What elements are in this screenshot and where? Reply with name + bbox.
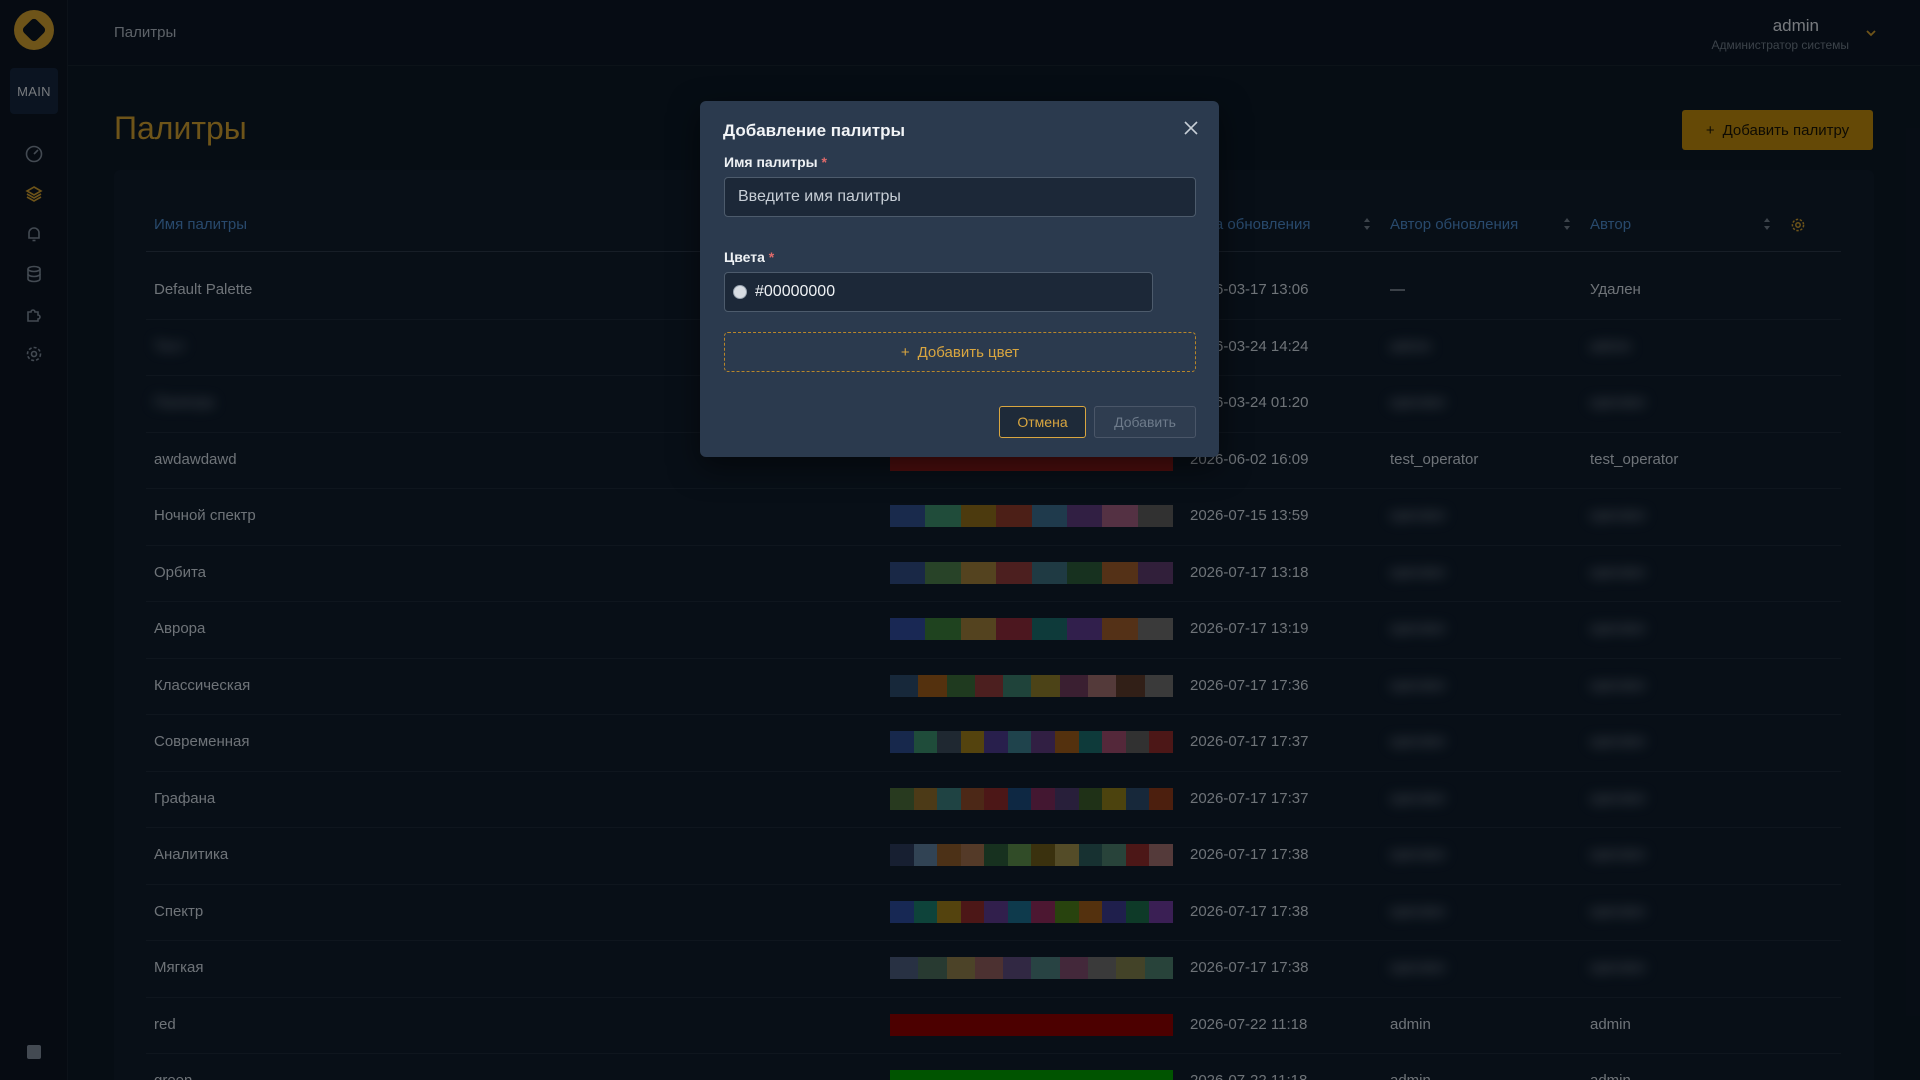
color-value-input[interactable] [755, 283, 1055, 301]
submit-add-button[interactable]: Добавить [1094, 406, 1196, 438]
dialog-title: Добавление палитры [723, 121, 906, 140]
color-picker-swatch[interactable] [733, 285, 747, 299]
cancel-button[interactable]: Отмена [999, 406, 1086, 438]
required-mark: * [768, 249, 775, 265]
colors-label-text: Цвета [724, 249, 765, 265]
colors-field-label: Цвета * [724, 249, 774, 265]
name-label-text: Имя палитры [724, 154, 818, 170]
name-field-label: Имя палитры * [724, 154, 827, 170]
add-palette-dialog: Добавление палитры Имя палитры * Цвета *… [700, 101, 1219, 457]
palette-name-input[interactable] [724, 177, 1196, 217]
color-field [724, 272, 1153, 312]
plus-icon: + [900, 343, 910, 361]
add-color-button[interactable]: + Добавить цвет [724, 332, 1196, 372]
close-icon[interactable] [1182, 119, 1200, 137]
add-color-label: Добавить цвет [917, 343, 1020, 361]
required-mark: * [821, 154, 827, 170]
